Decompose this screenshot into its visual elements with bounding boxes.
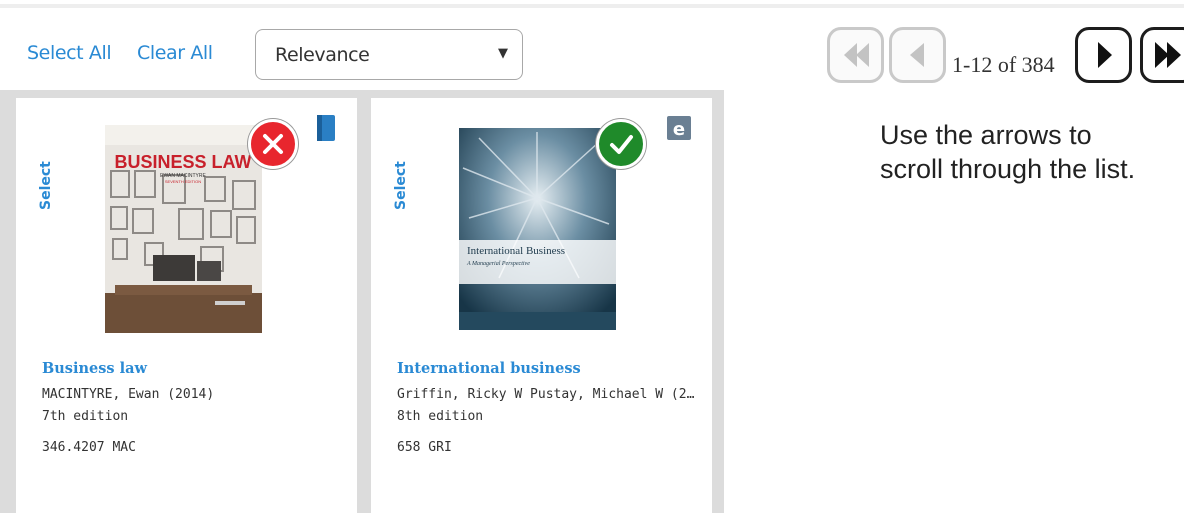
help-line-2: scroll through the list. — [880, 154, 1136, 184]
result-call-number: 658 GRI — [397, 440, 452, 455]
top-divider — [0, 4, 1184, 8]
close-icon — [263, 134, 283, 154]
double-arrow-right-icon — [1155, 42, 1181, 68]
clear-all-link[interactable]: Clear All — [137, 42, 213, 64]
result-edition: 7th edition — [42, 409, 129, 424]
checkmark-icon — [610, 135, 633, 154]
page-range: 1-12 of 384 — [952, 52, 1055, 77]
select-all-link[interactable]: Select All — [27, 42, 112, 64]
book-cover[interactable]: International Business A Managerial Pers… — [459, 128, 616, 330]
first-page-button[interactable] — [827, 27, 884, 83]
select-item-link[interactable]: Select — [393, 161, 409, 210]
next-page-button[interactable] — [1075, 27, 1132, 83]
ebook-icon: e — [667, 116, 691, 144]
svg-text:e: e — [673, 119, 685, 140]
svg-text:International Business: International Business — [467, 245, 565, 257]
sort-dropdown[interactable]: Relevance ▼ — [255, 29, 523, 80]
result-author: MACINTYRE, Ewan (2014) — [42, 387, 215, 402]
result-card: Select International Business A Manageri… — [371, 98, 712, 513]
svg-text:A Managerial Perspective: A Managerial Perspective — [466, 261, 530, 267]
arrow-right-icon — [1098, 42, 1112, 68]
result-card: Select BUSINESS LAW EWAN MACINTYRE SEVEN… — [16, 98, 357, 513]
double-arrow-left-icon — [844, 43, 869, 67]
result-edition: 8th edition — [397, 409, 484, 424]
result-call-number: 346.4207 MAC — [42, 440, 136, 455]
remove-badge[interactable] — [248, 119, 298, 169]
result-title[interactable]: International business — [397, 360, 581, 377]
sort-selected-value: Relevance — [275, 44, 370, 66]
selected-check-badge[interactable] — [596, 119, 646, 169]
svg-text:BUSINESS LAW: BUSINESS LAW — [114, 152, 251, 172]
result-title[interactable]: Business law — [42, 360, 147, 377]
book-cover[interactable]: BUSINESS LAW EWAN MACINTYRE SEVENTH EDIT… — [105, 125, 262, 333]
help-text: Use the arrows to scroll through the lis… — [880, 118, 1135, 186]
arrow-left-icon — [910, 43, 924, 67]
last-page-button[interactable] — [1140, 27, 1184, 83]
help-line-1: Use the arrows to — [880, 120, 1092, 150]
previous-page-button[interactable] — [889, 27, 946, 83]
chevron-down-icon: ▼ — [498, 46, 508, 61]
svg-text:SEVENTH EDITION: SEVENTH EDITION — [165, 179, 201, 184]
book-icon — [315, 114, 337, 146]
result-author: Griffin, Ricky W Pustay, Michael W (2… — [397, 387, 695, 402]
select-item-link[interactable]: Select — [38, 161, 54, 210]
